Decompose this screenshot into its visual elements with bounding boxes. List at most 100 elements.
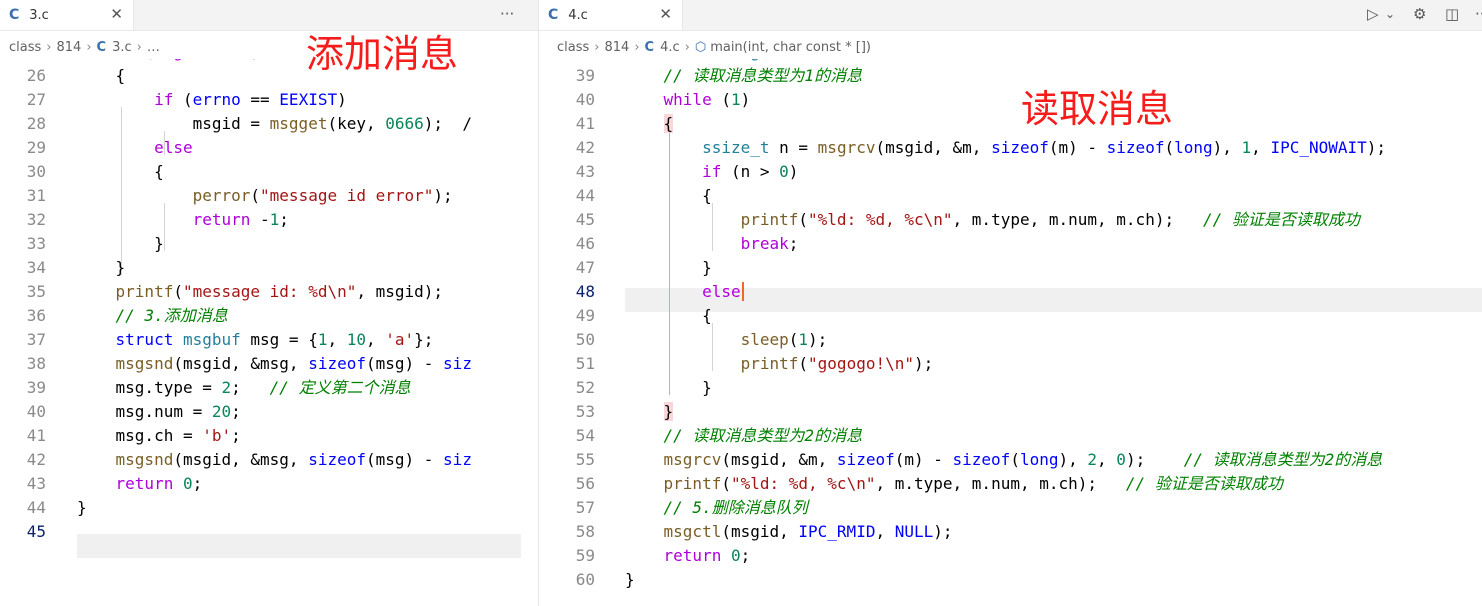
code-text: return 0; [625,544,751,568]
breadcrumb-item[interactable]: main(int, char const * []) [710,40,871,55]
code-line[interactable]: 40 msg.num = 20; [0,400,538,424]
code-token: else [154,138,193,157]
code-token: - [250,210,270,229]
close-icon[interactable]: ✕ [659,5,672,23]
code-line[interactable]: 42 ssize_t n = msgrcv(msgid, &m, sizeof(… [539,136,1482,160]
breadcrumb-item[interactable]: 3.c [112,40,132,55]
breadcrumb-item[interactable]: 814 [604,40,629,55]
code-text: msg.type = 2; // 定义第二个消息 [77,376,411,400]
code-line[interactable]: 51 printf("gogogo!\n"); [539,352,1482,376]
breadcrumb-item[interactable]: class [9,40,41,55]
code-line[interactable]: 36 // 3.添加消息 [0,304,538,328]
code-token: siz [443,450,472,469]
breadcrumb-item[interactable]: 814 [56,40,81,55]
code-line[interactable]: 41 { [539,112,1482,136]
code-line[interactable]: 48 else [539,280,1482,304]
code-line[interactable]: 56 printf("%ld: %d, %c\n", m.type, m.num… [539,472,1482,496]
code-line[interactable]: 42 msgsnd(msgid, &msg, sizeof(msg) - siz [0,448,538,472]
code-line[interactable]: 52 } [539,376,1482,400]
more-actions-icon[interactable]: ··· [1475,5,1482,23]
code-line[interactable]: 54 // 读取消息类型为2的消息 [539,424,1482,448]
code-line[interactable]: 45 printf("%ld: %d, %c\n", m.type, m.num… [539,208,1482,232]
code-line[interactable]: 33 } [0,232,538,256]
code-token: (m) - [1048,138,1107,157]
code-text: msg.num = 20; [77,400,241,424]
line-number: 46 [575,234,595,253]
code-line[interactable]: 46 break; [539,232,1482,256]
c-file-icon: C [9,7,20,23]
breadcrumb-item[interactable]: class [557,40,589,55]
code-text: { [77,160,164,184]
line-number: 44 [26,498,46,517]
code-token: n = [769,138,818,157]
c-file-icon: C [96,39,107,55]
code-line[interactable]: 32 return -1; [0,208,538,232]
code-token: } [625,258,712,277]
code-line[interactable]: 39 // 读取消息类型为1的消息 [539,64,1482,88]
close-icon[interactable]: ✕ [110,5,123,23]
code-token: }; [414,330,434,349]
code-token: if [154,90,174,109]
annotation-add-message: 添加消息 [306,32,459,76]
code-line[interactable]: 44 { [539,184,1482,208]
code-line[interactable]: 31 perror("message id error"); [0,184,538,208]
more-actions-icon[interactable]: ··· [500,5,514,23]
code-line[interactable]: 60} [539,568,1482,592]
gear-icon[interactable]: ⚙ [1413,5,1426,23]
code-line[interactable]: 37 struct msgbuf msg = {1, 10, 'a'}; [0,328,538,352]
code-line[interactable]: 49 { [539,304,1482,328]
run-icon[interactable]: ▷ [1367,5,1379,23]
code-token: , m.type, m.num, m.ch); [952,210,1203,229]
code-line[interactable]: 35 printf("message id: %d\n", msgid); [0,280,538,304]
split-editor-icon[interactable]: ◫ [1445,5,1459,23]
code-token: siz [443,354,472,373]
code-line[interactable]: 57 // 5.删除消息队列 [539,496,1482,520]
tab-4c[interactable]: C 4.c ✕ [539,0,683,30]
code-line[interactable]: 30 { [0,160,538,184]
code-line[interactable]: 45 [0,520,538,544]
code-line[interactable]: 44} [0,496,538,520]
breadcrumb-item[interactable]: 4.c [660,40,680,55]
code-token: 'b' [202,426,232,445]
code-token: } [77,234,164,253]
code-line[interactable]: 41 msg.ch = 'b'; [0,424,538,448]
line-number: 50 [575,330,595,349]
code-line[interactable]: 50 sleep(1); [539,328,1482,352]
code-token: ssize_t [702,138,770,157]
code-token: ); [933,522,953,541]
code-token: ; [231,378,270,397]
code-line[interactable]: 58 msgctl(msgid, IPC_RMID, NULL); [539,520,1482,544]
breadcrumb-item[interactable]: … [147,40,160,55]
code-token: (m) - [894,450,953,469]
code-line[interactable]: 53 } [539,400,1482,424]
code-editor[interactable]: 38 struct msgbuf m; // 定义一个新的变量用于展示读取的内容… [539,59,1482,606]
code-line[interactable]: 43 return 0; [0,472,538,496]
chevron-down-icon[interactable]: ⌄ [1385,7,1395,21]
code-line[interactable]: 47 } [539,256,1482,280]
code-line[interactable]: 29 else [0,136,538,160]
code-line[interactable]: 40 while (1) [539,88,1482,112]
code-editor[interactable]: 25 if (msgid <= 0)26 {27 if (errno == EE… [0,59,538,606]
code-line[interactable]: 43 if (n > 0) [539,160,1482,184]
line-number: 43 [26,474,46,493]
tab-3c[interactable]: C 3.c ✕ [0,0,134,30]
code-line[interactable]: 34 } [0,256,538,280]
code-token: { [625,186,712,205]
annotation-read-message: 读取消息 [1021,87,1174,131]
code-line[interactable]: 28 msgid = msgget(key, 0666); / [0,112,538,136]
code-line[interactable]: 27 if (errno == EEXIST) [0,88,538,112]
code-line[interactable]: 55 msgrcv(msgid, &m, sizeof(m) - sizeof(… [539,448,1482,472]
code-line[interactable]: 38 msgsnd(msgid, &msg, sizeof(msg) - siz [0,352,538,376]
code-line[interactable]: 39 msg.type = 2; // 定义第二个消息 [0,376,538,400]
code-token: <= [212,59,241,61]
code-line[interactable]: 59 return 0; [539,544,1482,568]
code-token: else [702,282,741,301]
code-token: (n > [721,162,780,181]
line-number: 39 [575,66,595,85]
